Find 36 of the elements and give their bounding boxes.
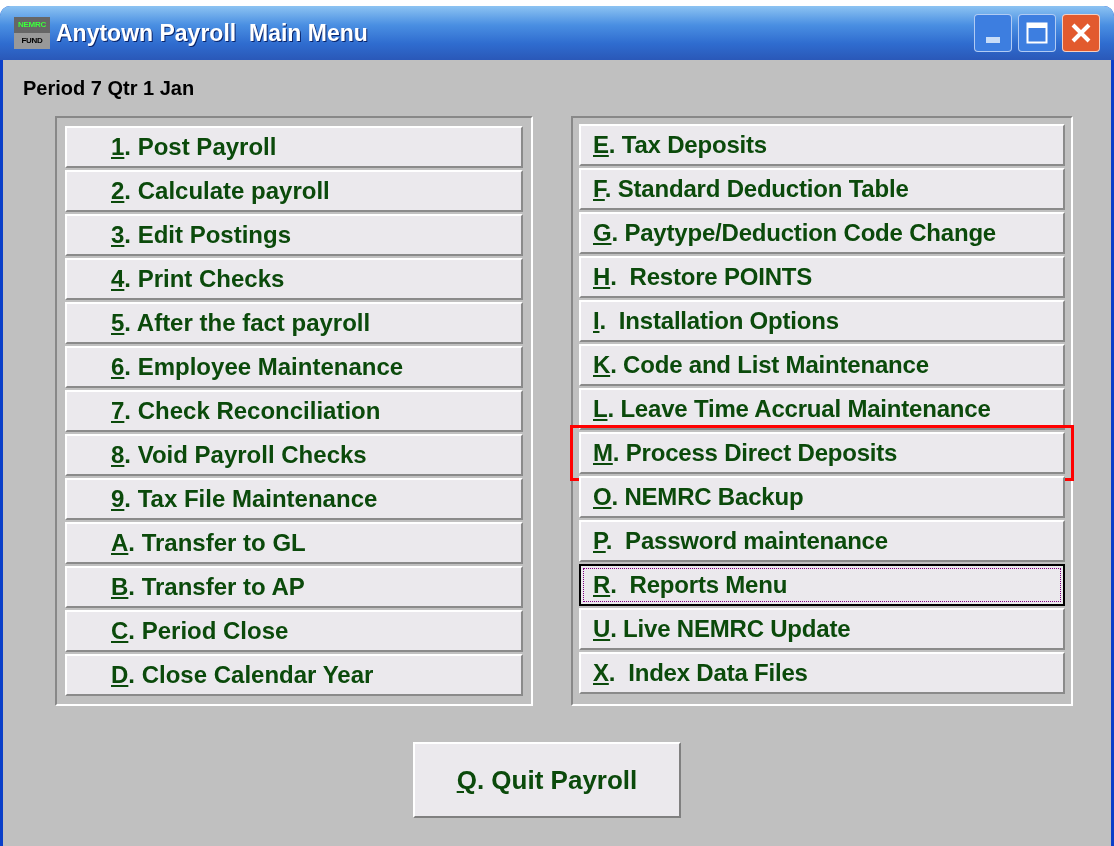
close-button[interactable]	[1062, 14, 1100, 52]
menu-button[interactable]: L. Leave Time Accrual Maintenance	[579, 388, 1065, 430]
menu-button[interactable]: B. Transfer to AP	[65, 566, 523, 608]
menu-button[interactable]: C. Period Close	[65, 610, 523, 652]
menu-button[interactable]: R. Reports Menu	[579, 564, 1065, 606]
menu-button[interactable]: 5. After the fact payroll	[65, 302, 523, 344]
minimize-icon	[986, 37, 1000, 43]
menu-button[interactable]: O. NEMRC Backup	[579, 476, 1065, 518]
minimize-button[interactable]	[974, 14, 1012, 52]
menu-button[interactable]: 7. Check Reconciliation	[65, 390, 523, 432]
menu-button[interactable]: 6. Employee Maintenance	[65, 346, 523, 388]
app-logo: NEMRC FUND	[14, 17, 50, 49]
menu-button[interactable]: H. Restore POINTS	[579, 256, 1065, 298]
window-title: Anytown Payroll Main Menu	[56, 18, 368, 48]
menu-button[interactable]: G. Paytype/Deduction Code Change	[579, 212, 1065, 254]
menu-button[interactable]: K. Code and List Maintenance	[579, 344, 1065, 386]
menu-button[interactable]: 8. Void Payroll Checks	[65, 434, 523, 476]
menu-button[interactable]: 3. Edit Postings	[65, 214, 523, 256]
menu-button[interactable]: E. Tax Deposits	[579, 124, 1065, 166]
menu-button[interactable]: 4. Print Checks	[65, 258, 523, 300]
menu-button[interactable]: 1. Post Payroll	[65, 126, 523, 168]
close-icon	[1070, 22, 1092, 44]
period-label: Period 7 Qtr 1 Jan	[23, 76, 196, 100]
quit-button[interactable]: Q. Quit Payroll	[413, 742, 681, 818]
menu-button[interactable]: D. Close Calendar Year	[65, 654, 523, 696]
maximize-button[interactable]	[1018, 14, 1056, 52]
menu-button[interactable]: P. Password maintenance	[579, 520, 1065, 562]
menu-button[interactable]: 2. Calculate payroll	[65, 170, 523, 212]
menu-button[interactable]: M. Process Direct Deposits	[579, 432, 1065, 474]
menu-button[interactable]: A. Transfer to GL	[65, 522, 523, 564]
menu-button[interactable]: I. Installation Options	[579, 300, 1065, 342]
menu-button[interactable]: F. Standard Deduction Table	[579, 168, 1065, 210]
maximize-icon	[1026, 22, 1048, 44]
menu-button[interactable]: 9. Tax File Maintenance	[65, 478, 523, 520]
menu-button[interactable]: X. Index Data Files	[579, 652, 1065, 694]
menu-button[interactable]: U. Live NEMRC Update	[579, 608, 1065, 650]
